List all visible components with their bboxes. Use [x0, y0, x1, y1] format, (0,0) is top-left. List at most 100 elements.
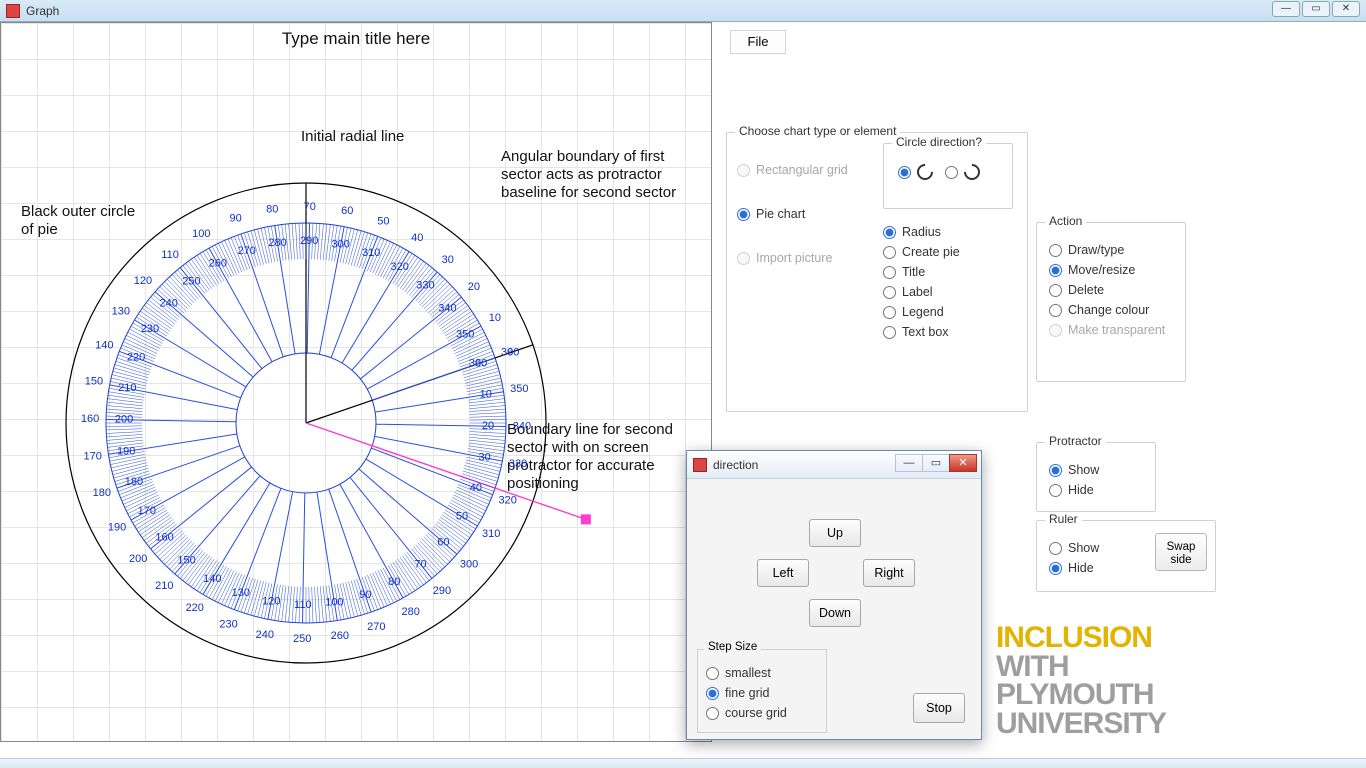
radio-label[interactable]: Label [883, 285, 1013, 299]
radio-protractor-show[interactable]: Show [1049, 463, 1143, 477]
direction-dialog[interactable]: direction — ▭ ✕ Up Left Right Down Step … [686, 450, 982, 740]
svg-text:30: 30 [479, 452, 491, 464]
svg-text:110: 110 [161, 249, 179, 261]
svg-text:150: 150 [85, 376, 103, 388]
svg-text:90: 90 [359, 589, 371, 601]
svg-text:50: 50 [377, 215, 389, 227]
file-menu-button[interactable]: File [730, 30, 786, 54]
svg-text:230: 230 [219, 619, 237, 631]
minimize-button[interactable]: — [1272, 1, 1300, 17]
radio-make-transparent[interactable]: Make transparent [1049, 323, 1173, 337]
swap-side-button[interactable]: Swap side [1155, 533, 1207, 571]
svg-text:20: 20 [468, 281, 480, 293]
svg-text:240: 240 [256, 629, 274, 641]
svg-text:10: 10 [489, 312, 501, 324]
svg-text:120: 120 [134, 275, 152, 287]
svg-text:240: 240 [159, 298, 177, 310]
radio-step-smallest[interactable]: smallest [706, 666, 818, 680]
svg-text:270: 270 [238, 245, 256, 257]
circle-direction-group: Circle direction? [883, 143, 1013, 209]
chart-canvas[interactable]: Type main title here Initial radial line… [0, 22, 712, 742]
radio-import-picture[interactable]: Import picture [737, 251, 877, 265]
action-group: Action Draw/type Move/resize Delete Chan… [1036, 222, 1186, 382]
svg-text:220: 220 [186, 602, 204, 614]
svg-text:20: 20 [482, 420, 494, 432]
clockwise-icon [914, 161, 937, 184]
svg-text:70: 70 [414, 558, 426, 570]
radio-delete[interactable]: Delete [1049, 283, 1173, 297]
svg-text:100: 100 [192, 228, 210, 240]
svg-text:320: 320 [498, 494, 516, 506]
radio-move-resize[interactable]: Move/resize [1049, 263, 1173, 277]
svg-text:330: 330 [509, 458, 527, 470]
svg-text:60: 60 [341, 205, 353, 217]
svg-text:250: 250 [293, 633, 311, 645]
svg-text:60: 60 [437, 536, 449, 548]
dialog-minimize-button[interactable]: — [895, 454, 923, 472]
svg-text:250: 250 [182, 275, 200, 287]
radio-create-pie[interactable]: Create pie [883, 245, 1013, 259]
svg-text:210: 210 [118, 382, 136, 394]
radio-rectangular-grid[interactable]: Rectangular grid [737, 163, 877, 177]
radio-radius[interactable]: Radius [883, 225, 1013, 239]
svg-text:130: 130 [112, 306, 130, 318]
radio-text-box[interactable]: Text box [883, 325, 1013, 339]
svg-text:200: 200 [129, 553, 147, 565]
svg-text:340: 340 [513, 421, 531, 433]
svg-text:280: 280 [402, 606, 420, 618]
step-size-group: Step Size smallest fine grid course grid [697, 649, 827, 733]
svg-text:210: 210 [155, 580, 173, 592]
app-icon [693, 458, 707, 472]
svg-text:40: 40 [411, 232, 423, 244]
svg-text:140: 140 [95, 339, 113, 351]
radio-protractor-hide[interactable]: Hide [1049, 483, 1143, 497]
down-button[interactable]: Down [809, 599, 861, 627]
svg-text:140: 140 [203, 573, 221, 585]
svg-text:80: 80 [388, 576, 400, 588]
svg-text:180: 180 [93, 487, 111, 499]
close-button[interactable]: ✕ [1332, 1, 1360, 17]
svg-text:260: 260 [331, 630, 349, 642]
svg-text:190: 190 [108, 522, 126, 534]
dialog-titlebar[interactable]: direction — ▭ ✕ [687, 451, 981, 479]
dialog-maximize-button[interactable]: ▭ [922, 454, 950, 472]
svg-text:290: 290 [433, 585, 451, 597]
svg-text:310: 310 [362, 247, 380, 259]
dialog-close-button[interactable]: ✕ [949, 454, 977, 472]
radio-ruler-hide[interactable]: Hide [1049, 561, 1151, 575]
svg-text:100: 100 [325, 597, 343, 609]
right-button[interactable]: Right [863, 559, 915, 587]
svg-text:260: 260 [209, 258, 227, 270]
svg-text:90: 90 [230, 213, 242, 225]
radio-step-course[interactable]: course grid [706, 706, 818, 720]
app-icon [6, 4, 20, 18]
svg-text:300: 300 [332, 238, 350, 250]
choose-chart-group: Choose chart type or element Rectangular… [726, 132, 1028, 412]
protractor-svg: 0102030405060708090100110120130140150160… [1, 23, 713, 743]
footer-logo: INCLUSION WITH PLYMOUTH UNIVERSITY [996, 624, 1166, 738]
radio-change-colour[interactable]: Change colour [1049, 303, 1173, 317]
radio-direction-cw[interactable] [898, 164, 933, 180]
radio-title[interactable]: Title [883, 265, 1013, 279]
stop-button[interactable]: Stop [913, 693, 965, 723]
choose-legend: Choose chart type or element [735, 124, 900, 138]
svg-text:110: 110 [294, 599, 312, 611]
radio-direction-ccw[interactable] [945, 164, 980, 180]
protractor-group: Protractor Show Hide [1036, 442, 1156, 512]
left-button[interactable]: Left [757, 559, 809, 587]
radio-step-fine[interactable]: fine grid [706, 686, 818, 700]
radio-legend[interactable]: Legend [883, 305, 1013, 319]
radio-pie-chart[interactable]: Pie chart [737, 207, 877, 221]
svg-text:70: 70 [304, 201, 316, 213]
maximize-button[interactable]: ▭ [1302, 1, 1330, 17]
svg-text:350: 350 [456, 329, 474, 341]
svg-text:360: 360 [469, 358, 487, 370]
svg-text:290: 290 [300, 235, 318, 247]
svg-text:30: 30 [442, 254, 454, 266]
svg-text:220: 220 [127, 352, 145, 364]
up-button[interactable]: Up [809, 519, 861, 547]
svg-text:10: 10 [480, 388, 492, 400]
radio-ruler-show[interactable]: Show [1049, 541, 1151, 555]
radio-draw-type[interactable]: Draw/type [1049, 243, 1173, 257]
window-titlebar: Graph — ▭ ✕ [0, 0, 1366, 22]
